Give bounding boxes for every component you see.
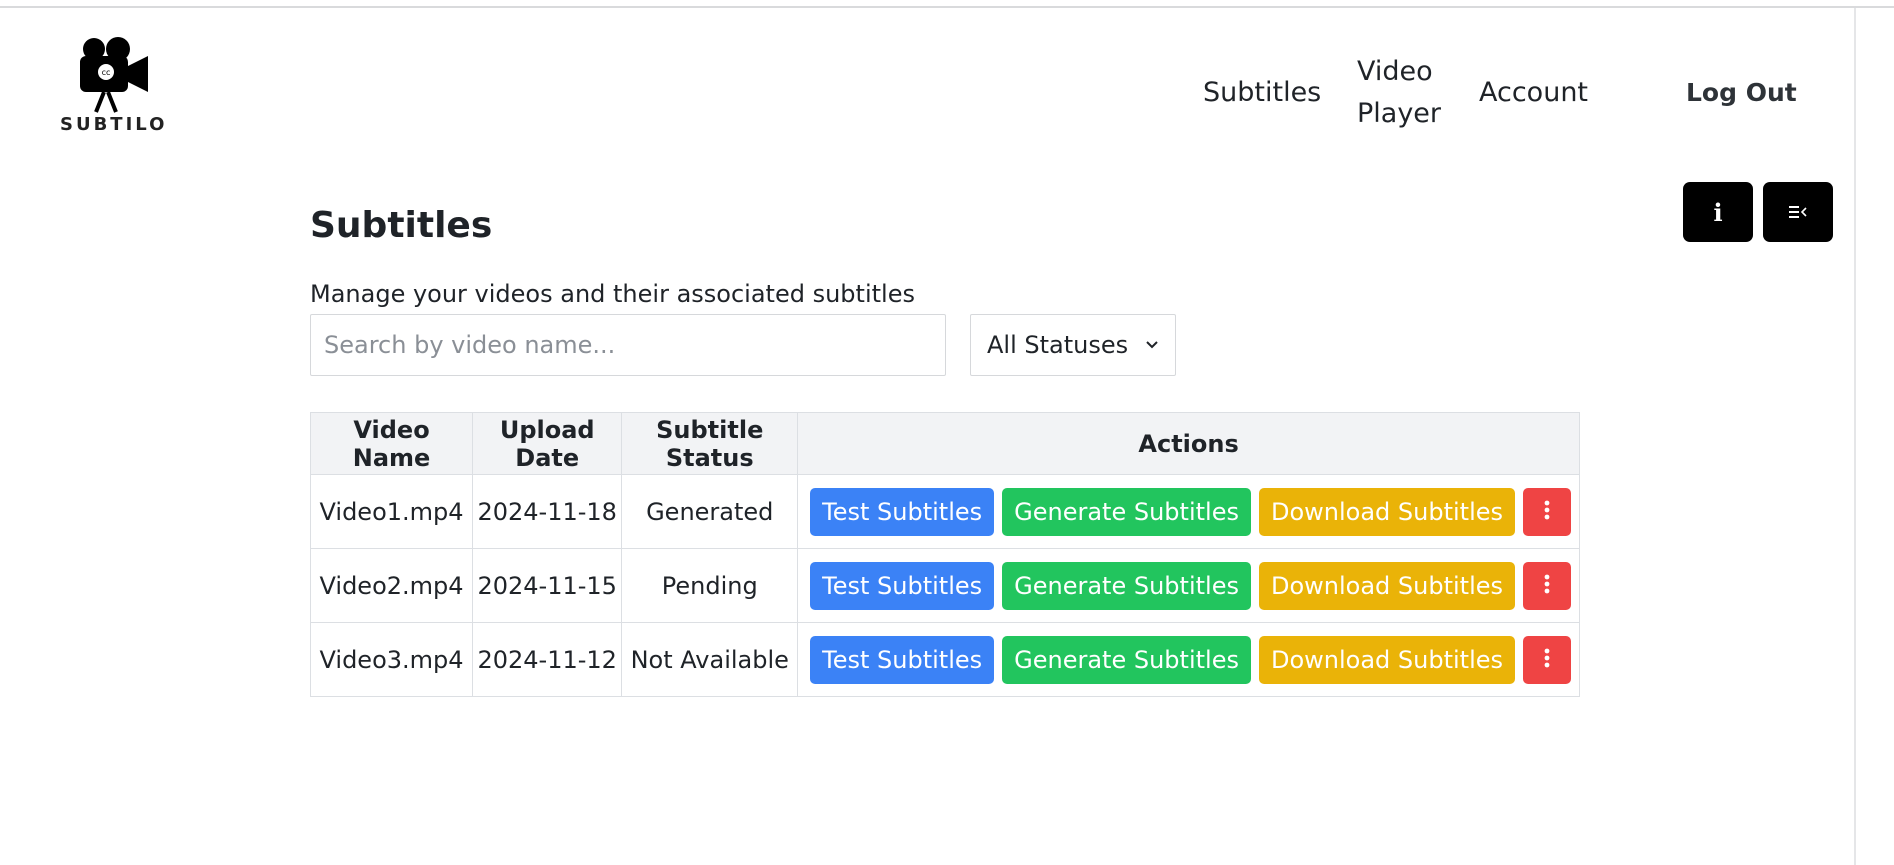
download-subtitles-button[interactable]: Download Subtitles bbox=[1258, 561, 1515, 610]
table-row: Video1.mp4 2024-11-18 Generated Test Sub… bbox=[309, 474, 1580, 549]
video-name-cell: Video1.mp4 bbox=[309, 474, 474, 549]
generate-subtitles-button[interactable]: Generate Subtitles bbox=[1002, 487, 1251, 536]
page-title: Subtitles bbox=[310, 205, 493, 246]
generate-subtitles-button[interactable]: Generate Subtitles bbox=[1002, 635, 1251, 684]
subtitle-status-cell: Generated bbox=[621, 474, 799, 549]
logout-link[interactable]: Log Out bbox=[1686, 72, 1797, 114]
more-vertical-icon bbox=[1544, 648, 1550, 667]
more-vertical-icon bbox=[1544, 500, 1550, 519]
generate-subtitles-button[interactable]: Generate Subtitles bbox=[1002, 561, 1251, 610]
subtitle-status-cell: Not Available bbox=[621, 622, 799, 697]
chevron-down-icon bbox=[1146, 341, 1158, 349]
more-actions-button[interactable] bbox=[1523, 635, 1571, 684]
column-header-upload-date: Upload Date bbox=[472, 412, 623, 475]
table-header-row: Video Name Upload Date Subtitle Status A… bbox=[309, 412, 1580, 475]
status-filter-select[interactable]: All Statuses bbox=[970, 314, 1176, 376]
brand-logo[interactable]: cc SUBTILO bbox=[60, 36, 168, 136]
actions-cell: Test Subtitles Generate Subtitles Download… bbox=[797, 548, 1580, 623]
table-row: Video2.mp4 2024-11-15 Pending Test Subti… bbox=[309, 548, 1580, 623]
test-subtitles-button[interactable]: Test Subtitles bbox=[810, 561, 995, 610]
upload-date-cell: 2024-11-18 bbox=[472, 474, 623, 549]
upload-date-cell: 2024-11-12 bbox=[472, 622, 623, 697]
sidebar-collapse-icon bbox=[1789, 206, 1807, 218]
status-filter-value: All Statuses bbox=[987, 331, 1129, 359]
top-divider bbox=[0, 6, 1894, 8]
scrollbar-track bbox=[1854, 8, 1856, 865]
nav-link-subtitles[interactable]: Subtitles bbox=[1203, 72, 1321, 114]
more-actions-button[interactable] bbox=[1523, 487, 1571, 536]
test-subtitles-button[interactable]: Test Subtitles bbox=[810, 635, 995, 684]
subtitle-status-cell: Pending bbox=[621, 548, 799, 623]
column-header-video-name: Video Name bbox=[309, 412, 474, 475]
nav-link-account[interactable]: Account bbox=[1479, 72, 1588, 114]
download-subtitles-button[interactable]: Download Subtitles bbox=[1258, 635, 1515, 684]
upload-date-cell: 2024-11-15 bbox=[472, 548, 623, 623]
actions-cell: Test Subtitles Generate Subtitles Download… bbox=[797, 474, 1580, 549]
camera-icon: cc bbox=[80, 37, 148, 113]
sidebar-toggle-button[interactable] bbox=[1763, 182, 1833, 242]
page: cc SUBTILO Subtitles Video Player Accoun… bbox=[0, 0, 1894, 865]
download-subtitles-button[interactable]: Download Subtitles bbox=[1258, 487, 1515, 536]
column-header-actions: Actions bbox=[797, 412, 1580, 475]
info-icon: i bbox=[1713, 197, 1723, 227]
search-input[interactable] bbox=[310, 314, 946, 376]
video-name-cell: Video2.mp4 bbox=[309, 548, 474, 623]
table-row: Video3.mp4 2024-11-12 Not Available Test… bbox=[309, 622, 1580, 697]
page-description: Manage your videos and their associated … bbox=[310, 280, 915, 308]
logo-badge-text: cc bbox=[102, 68, 111, 77]
actions-cell: Test Subtitles Generate Subtitles Download… bbox=[797, 622, 1580, 697]
more-vertical-icon bbox=[1544, 574, 1550, 593]
more-actions-button[interactable] bbox=[1523, 561, 1571, 610]
test-subtitles-button[interactable]: Test Subtitles bbox=[810, 487, 995, 536]
video-name-cell: Video3.mp4 bbox=[309, 622, 474, 697]
videos-table: Video Name Upload Date Subtitle Status A… bbox=[309, 412, 1580, 697]
column-header-subtitle-status: Subtitle Status bbox=[621, 412, 799, 475]
nav-link-video-player[interactable]: Video Player bbox=[1357, 51, 1447, 135]
brand-name: SUBTILO bbox=[60, 114, 168, 135]
info-button[interactable]: i bbox=[1683, 182, 1753, 242]
